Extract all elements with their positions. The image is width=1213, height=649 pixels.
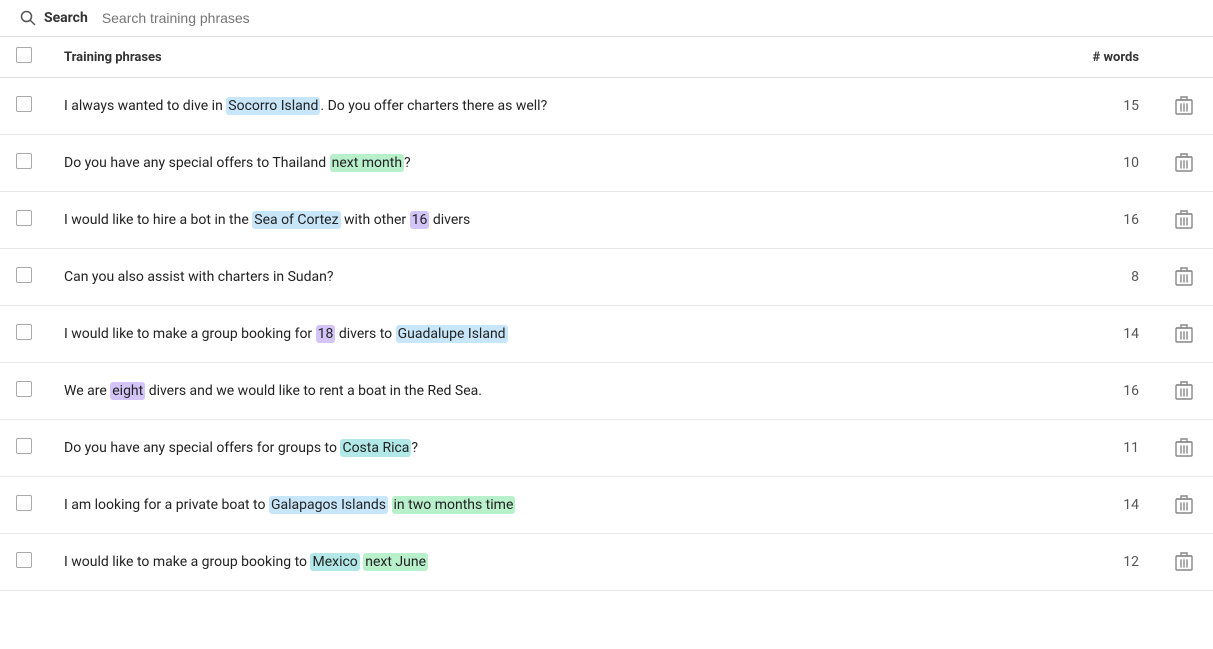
highlighted-phrase: Sea of Cortez	[252, 211, 340, 229]
words-cell: 16	[1055, 363, 1155, 420]
row-checkbox-cell	[0, 192, 48, 249]
action-cell	[1155, 249, 1213, 306]
row-checkbox-cell	[0, 78, 48, 135]
table-row: I am looking for a private boat to Galap…	[0, 477, 1213, 534]
action-cell	[1155, 363, 1213, 420]
phrase-cell: I am looking for a private boat to Galap…	[48, 477, 1055, 534]
words-cell: 14	[1055, 306, 1155, 363]
action-cell	[1155, 78, 1213, 135]
table-row: I would like to make a group booking to …	[0, 534, 1213, 591]
highlighted-phrase: eight	[110, 382, 145, 400]
row-checkbox[interactable]	[16, 552, 32, 568]
table-row: I always wanted to dive in Socorro Islan…	[0, 78, 1213, 135]
header-checkbox-col	[0, 37, 48, 78]
table-row: Can you also assist with charters in Sud…	[0, 249, 1213, 306]
table-row: I would like to hire a bot in the Sea of…	[0, 192, 1213, 249]
delete-button[interactable]	[1171, 206, 1197, 234]
highlighted-phrase: Mexico	[310, 553, 359, 571]
highlighted-phrase: in two months time	[392, 496, 516, 514]
phrase-cell: I always wanted to dive in Socorro Islan…	[48, 78, 1055, 135]
words-cell: 16	[1055, 192, 1155, 249]
training-phrases-table: Training phrases # words I always wanted…	[0, 37, 1213, 591]
main-container: Search Training phrases # words I always…	[0, 0, 1213, 649]
row-checkbox[interactable]	[16, 324, 32, 340]
action-cell	[1155, 135, 1213, 192]
row-checkbox[interactable]	[16, 438, 32, 454]
row-checkbox-cell	[0, 420, 48, 477]
row-checkbox-cell	[0, 306, 48, 363]
words-cell: 11	[1055, 420, 1155, 477]
action-cell	[1155, 420, 1213, 477]
phrase-cell: I would like to make a group booking to …	[48, 534, 1055, 591]
phrase-cell: I would like to make a group booking for…	[48, 306, 1055, 363]
delete-button[interactable]	[1171, 548, 1197, 576]
words-cell: 8	[1055, 249, 1155, 306]
search-input[interactable]	[102, 10, 1193, 26]
phrase-cell: Can you also assist with charters in Sud…	[48, 249, 1055, 306]
action-cell	[1155, 306, 1213, 363]
delete-button[interactable]	[1171, 92, 1197, 120]
row-checkbox[interactable]	[16, 96, 32, 112]
words-cell: 14	[1055, 477, 1155, 534]
row-checkbox[interactable]	[16, 153, 32, 169]
phrase-cell: Do you have any special offers to Thaila…	[48, 135, 1055, 192]
phrase-cell: I would like to hire a bot in the Sea of…	[48, 192, 1055, 249]
words-cell: 15	[1055, 78, 1155, 135]
row-checkbox[interactable]	[16, 381, 32, 397]
search-icon	[20, 10, 36, 26]
row-checkbox-cell	[0, 135, 48, 192]
search-bar: Search	[0, 0, 1213, 37]
words-cell: 12	[1055, 534, 1155, 591]
header-phrase: Training phrases	[48, 37, 1055, 78]
row-checkbox-cell	[0, 477, 48, 534]
table-row: Do you have any special offers to Thaila…	[0, 135, 1213, 192]
row-checkbox[interactable]	[16, 495, 32, 511]
delete-button[interactable]	[1171, 434, 1197, 462]
phrase-cell: We are eight divers and we would like to…	[48, 363, 1055, 420]
highlighted-phrase: next month	[330, 154, 404, 172]
row-checkbox-cell	[0, 363, 48, 420]
row-checkbox[interactable]	[16, 267, 32, 283]
highlighted-phrase: next June	[363, 553, 428, 571]
highlighted-phrase: 16	[410, 211, 430, 229]
search-label: Search	[44, 10, 88, 26]
header-words: # words	[1055, 37, 1155, 78]
phrase-cell: Do you have any special offers for group…	[48, 420, 1055, 477]
row-checkbox-cell	[0, 534, 48, 591]
table-header-row: Training phrases # words	[0, 37, 1213, 78]
delete-button[interactable]	[1171, 263, 1197, 291]
delete-button[interactable]	[1171, 320, 1197, 348]
table-row: I would like to make a group booking for…	[0, 306, 1213, 363]
action-cell	[1155, 192, 1213, 249]
highlighted-phrase: Galapagos Islands	[269, 496, 388, 514]
delete-button[interactable]	[1171, 377, 1197, 405]
delete-button[interactable]	[1171, 491, 1197, 519]
table-row: Do you have any special offers for group…	[0, 420, 1213, 477]
select-all-checkbox[interactable]	[16, 47, 32, 63]
header-action	[1155, 37, 1213, 78]
action-cell	[1155, 477, 1213, 534]
table-row: We are eight divers and we would like to…	[0, 363, 1213, 420]
row-checkbox-cell	[0, 249, 48, 306]
action-cell	[1155, 534, 1213, 591]
highlighted-phrase: Guadalupe Island	[396, 325, 508, 343]
highlighted-phrase: 18	[316, 325, 336, 343]
row-checkbox[interactable]	[16, 210, 32, 226]
delete-button[interactable]	[1171, 149, 1197, 177]
words-cell: 10	[1055, 135, 1155, 192]
highlighted-phrase: Socorro Island	[226, 97, 320, 115]
highlighted-phrase: Costa Rica	[340, 439, 411, 457]
